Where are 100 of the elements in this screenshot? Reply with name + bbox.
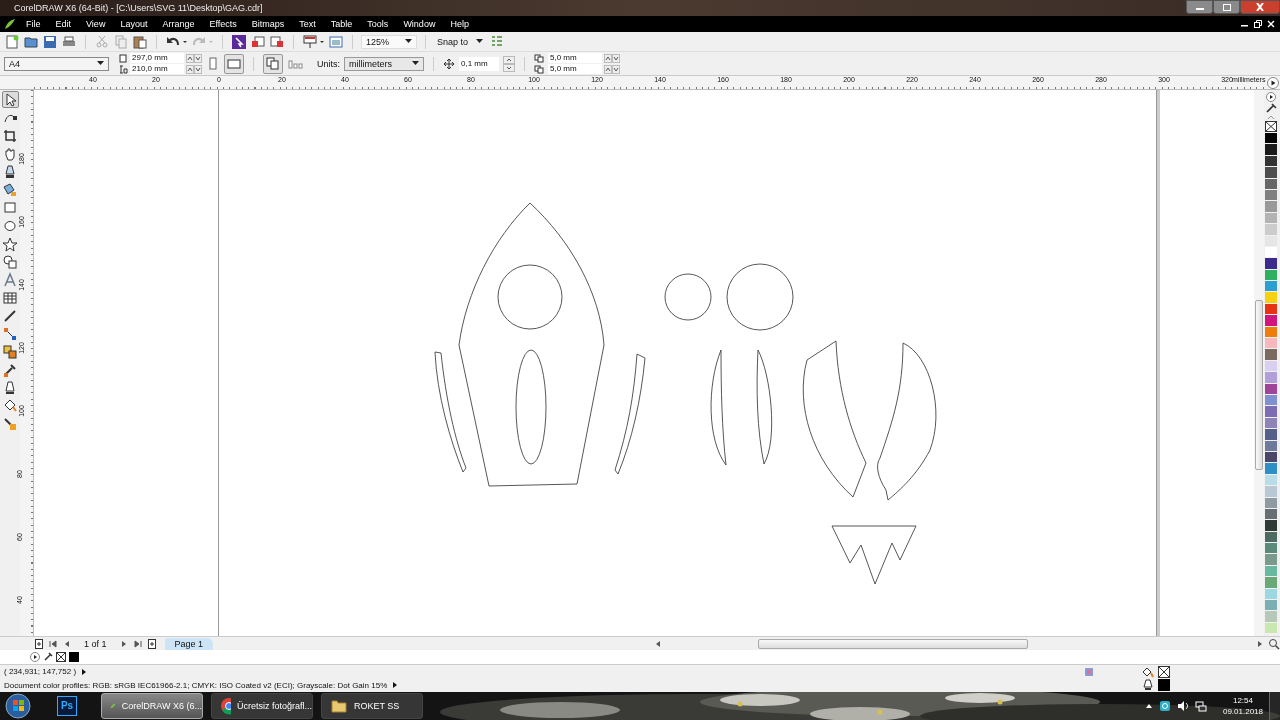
- spinner-icon[interactable]: [503, 55, 515, 72]
- duplicate-y-field[interactable]: 5,0 mm: [548, 64, 602, 74]
- color-swatch[interactable]: [1265, 577, 1277, 588]
- color-swatch[interactable]: [1265, 315, 1277, 326]
- menu-item[interactable]: Layout: [120, 19, 148, 29]
- color-swatch[interactable]: [1265, 292, 1277, 303]
- color-swatch[interactable]: [1265, 235, 1277, 246]
- minimize-button[interactable]: [1186, 0, 1213, 14]
- vertical-scrollbar[interactable]: [1254, 90, 1264, 636]
- menu-item[interactable]: Arrange: [162, 19, 195, 29]
- show-hidden-icon[interactable]: [1144, 702, 1153, 710]
- spinner-icon[interactable]: [604, 53, 620, 63]
- taskbar-button[interactable]: Ücretsiz fotoğrafl...: [211, 693, 313, 719]
- add-page-icon[interactable]: [34, 638, 44, 649]
- restore-icon[interactable]: [1253, 19, 1263, 29]
- clock-date[interactable]: 09.01.2018: [1222, 706, 1263, 717]
- color-swatch[interactable]: [1265, 520, 1277, 531]
- color-swatch[interactable]: [1265, 281, 1277, 292]
- flame-shape[interactable]: [831, 525, 917, 585]
- scroll-thumb[interactable]: [1255, 300, 1263, 470]
- color-swatch[interactable]: [69, 652, 79, 662]
- wing-shape[interactable]: [802, 340, 867, 498]
- color-swatch[interactable]: [1265, 531, 1277, 543]
- network-icon[interactable]: [1194, 700, 1207, 712]
- taskbar-button[interactable]: ROKET SS: [321, 693, 423, 719]
- taskbar-button[interactable]: CorelDRAW X6 (6...: [101, 693, 203, 719]
- color-swatch[interactable]: [1265, 258, 1277, 269]
- color-swatch[interactable]: [1265, 543, 1277, 554]
- color-swatch[interactable]: [1265, 269, 1277, 281]
- play-icon[interactable]: [1265, 92, 1277, 102]
- color-swatch[interactable]: [1265, 178, 1277, 189]
- clock-time[interactable]: 12:54: [1232, 695, 1253, 706]
- eyedropper-icon[interactable]: [1265, 103, 1277, 113]
- color-swatch[interactable]: [1265, 508, 1277, 520]
- strip-shape[interactable]: [756, 349, 773, 465]
- menu-item[interactable]: Bitmaps: [251, 19, 285, 29]
- horizontal-scrollbar[interactable]: [654, 638, 1264, 649]
- width-field[interactable]: 297,0 mm: [130, 53, 184, 63]
- color-swatch[interactable]: [1265, 588, 1277, 599]
- zoom-icon[interactable]: [1268, 637, 1280, 650]
- strip-shape[interactable]: [710, 349, 727, 466]
- color-swatch[interactable]: [1265, 224, 1277, 235]
- maximize-button[interactable]: [1213, 0, 1240, 14]
- color-swatch[interactable]: [1265, 189, 1277, 201]
- color-swatch[interactable]: [1265, 167, 1277, 178]
- color-swatch[interactable]: [1265, 395, 1277, 406]
- scroll-thumb[interactable]: [758, 638, 1028, 649]
- last-page-icon[interactable]: [132, 638, 143, 649]
- nudge-field[interactable]: 0,1 mm: [459, 56, 499, 71]
- color-swatch[interactable]: [1265, 474, 1277, 486]
- color-swatch[interactable]: [1265, 201, 1277, 212]
- add-page-icon[interactable]: [146, 638, 157, 649]
- color-swatch[interactable]: [1265, 611, 1277, 622]
- start-button[interactable]: [5, 693, 31, 719]
- color-swatch[interactable]: [1265, 246, 1277, 258]
- fin-shape[interactable]: [614, 353, 646, 475]
- play-icon[interactable]: [30, 652, 40, 662]
- porthole-shape[interactable]: [497, 264, 563, 330]
- color-swatch[interactable]: [1265, 565, 1277, 577]
- circle-shape[interactable]: [726, 263, 794, 331]
- page-tab[interactable]: Page 1: [164, 637, 214, 650]
- color-swatch[interactable]: [1265, 451, 1277, 463]
- color-swatch[interactable]: [1265, 144, 1277, 155]
- export-icon[interactable]: [269, 33, 285, 50]
- close-button[interactable]: [1240, 0, 1280, 14]
- rocket-body-shape[interactable]: [458, 202, 605, 487]
- table-icon[interactable]: [1, 289, 19, 306]
- color-swatch[interactable]: [1265, 372, 1277, 383]
- shapes-icon[interactable]: [1, 253, 19, 270]
- eyedropper-icon[interactable]: [43, 652, 53, 662]
- spinner-icon[interactable]: [186, 64, 202, 74]
- color-swatch[interactable]: [1265, 486, 1277, 497]
- color-swatch[interactable]: [1265, 133, 1277, 144]
- menu-item[interactable]: Table: [330, 19, 353, 29]
- color-swatch[interactable]: [1265, 338, 1277, 349]
- save-icon[interactable]: [42, 33, 58, 50]
- menu-item[interactable]: View: [86, 19, 106, 29]
- menu-item[interactable]: Window: [403, 19, 436, 29]
- menu-item[interactable]: Help: [450, 19, 469, 29]
- page-size-dropdown[interactable]: A4: [4, 56, 109, 71]
- menu-item[interactable]: Effects: [209, 19, 237, 29]
- close-icon[interactable]: [1266, 19, 1276, 29]
- units-dropdown[interactable]: millimeters: [344, 56, 424, 71]
- menu-item[interactable]: File: [26, 19, 41, 29]
- scroll-left-icon[interactable]: [654, 639, 662, 648]
- connector-icon[interactable]: [1, 325, 19, 342]
- show-desktop-button[interactable]: [1269, 692, 1280, 720]
- launcher-icon[interactable]: [231, 33, 247, 50]
- snap-dropdown[interactable]: Snap to: [434, 36, 487, 47]
- fin-shape[interactable]: [434, 351, 467, 473]
- no-color-swatch[interactable]: [56, 652, 66, 662]
- duplicate-x-field[interactable]: 5,0 mm: [548, 53, 602, 63]
- color-swatch[interactable]: [1265, 600, 1277, 611]
- color-swatch[interactable]: [1265, 383, 1277, 394]
- menu-item[interactable]: Tools: [367, 19, 389, 29]
- color-swatch[interactable]: [1265, 303, 1277, 315]
- color-swatch[interactable]: [1265, 417, 1277, 429]
- blend-icon[interactable]: [1, 343, 19, 360]
- text-tool-icon[interactable]: [1, 271, 19, 288]
- height-field[interactable]: 210,0 mm: [130, 64, 184, 74]
